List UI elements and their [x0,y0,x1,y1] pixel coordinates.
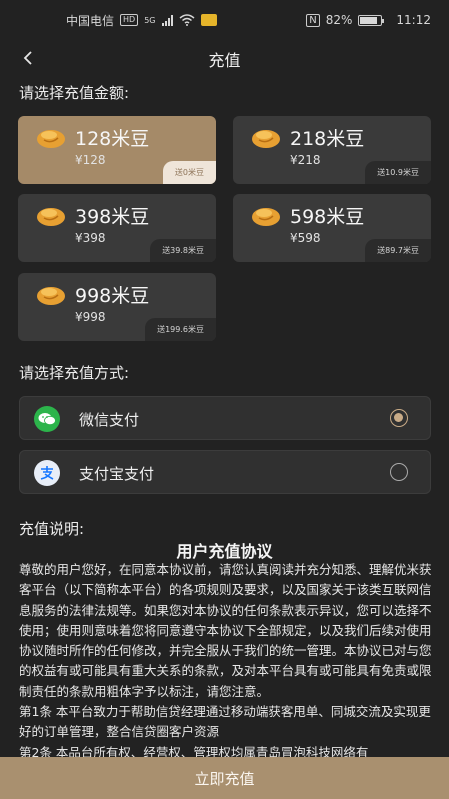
bean-icon [252,130,280,148]
amount-title: 598米豆 [290,206,365,228]
nav-bar: 充值 [0,40,449,76]
bean-icon [37,208,65,226]
amount-price: ¥598 [290,231,321,245]
clock: 11:12 [396,13,431,27]
message-notification-icon [200,14,217,26]
status-right: N 82% 11:12 [306,13,431,27]
battery-icon [358,14,385,26]
agreement-body: 尊敬的用户您好，在同意本协议前，请您认真阅读并充分知悉、理解优米获客平台（以下简… [19,560,433,763]
amount-title: 398米豆 [75,206,150,228]
bonus-badge: 送10.9米豆 [365,161,431,184]
amount-price: ¥218 [290,153,321,167]
nfc-icon: N [306,13,320,27]
agreement-title: 用户充值协议 [176,542,273,561]
status-bar: 中国电信 HD 5G N 82% 11:12 [0,0,449,40]
alipay-icon [34,460,60,486]
amount-price: ¥998 [75,310,106,324]
amount-title: 128米豆 [75,128,150,150]
radio-unchecked[interactable] [390,463,408,481]
amount-option-128[interactable]: 128米豆 ¥128 送0米豆 [18,116,216,184]
amount-price: ¥128 [75,153,106,167]
amount-price: ¥398 [75,231,106,245]
bean-icon [37,130,65,148]
wechat-icon [34,406,60,432]
payment-option-alipay[interactable]: 支付宝支付 [19,450,431,494]
network-type: 5G [144,15,156,25]
payment-label: 微信支付 [79,411,140,429]
amount-option-398[interactable]: 398米豆 ¥398 送39.8米豆 [18,194,216,262]
amount-option-598[interactable]: 598米豆 ¥598 送89.7米豆 [233,194,431,262]
carrier-name: 中国电信 [66,13,115,28]
amount-title: 218米豆 [290,128,365,150]
amount-option-998[interactable]: 998米豆 ¥998 送199.6米豆 [18,273,216,341]
page-title: 充值 [208,51,241,70]
bean-icon [37,287,65,305]
description-label: 充值说明: [19,520,85,538]
bonus-badge: 送0米豆 [162,161,216,184]
bonus-badge: 送39.8米豆 [150,239,216,262]
amount-option-218[interactable]: 218米豆 ¥218 送10.9米豆 [233,116,431,184]
battery-percent: 82% [325,13,353,27]
bonus-badge: 送89.7米豆 [365,239,431,262]
bonus-badge: 送199.6米豆 [145,318,216,341]
signal-icon [161,14,173,26]
bean-icon [252,208,280,226]
radio-checked[interactable] [390,409,408,427]
wifi-icon [179,14,194,26]
payment-label: 支付宝支付 [79,465,155,483]
hd-badge: HD [120,14,139,26]
agreement-paragraph: 尊敬的用户您好，在同意本协议前，请您认真阅读并充分知悉、理解优米获客平台（以下简… [19,562,432,699]
recharge-now-button[interactable]: 立即充值 [0,757,449,799]
agreement-paragraph: 第1条 本平台致力于帮助信贷经理通过移动端获客甩单、同城交流及实现更好的订单管理… [19,704,431,740]
amount-section-label: 请选择充值金额: [19,84,130,102]
payment-section-label: 请选择充值方式: [19,364,130,382]
payment-option-wechat[interactable]: 微信支付 [19,396,431,440]
amount-title: 998米豆 [75,285,150,307]
status-left: 中国电信 HD 5G [66,12,217,29]
